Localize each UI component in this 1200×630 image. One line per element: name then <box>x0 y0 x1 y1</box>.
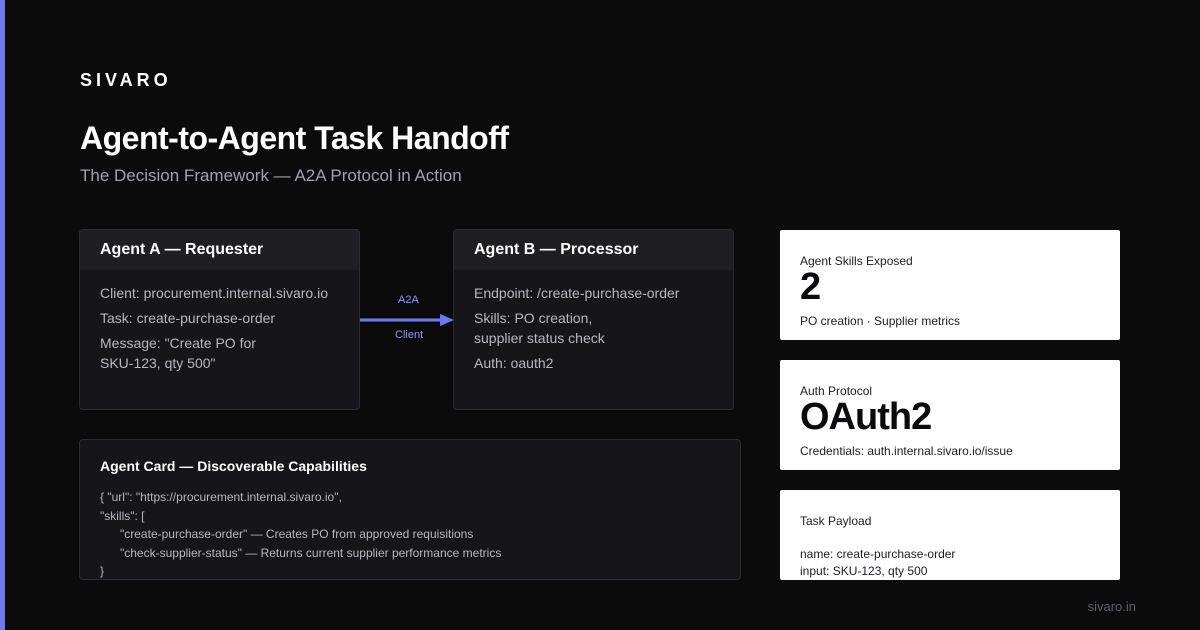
stat-payload-input: input: SKU-123, qty 500 <box>800 564 928 578</box>
stat-auth-note: Credentials: auth.internal.sivaro.io/iss… <box>800 444 1013 458</box>
link-label-role: Client <box>395 329 424 341</box>
stat-auth-card: Auth Protocol OAuth2 Credentials: auth.i… <box>780 360 1120 470</box>
accent-bar <box>0 0 5 630</box>
link-label-protocol: A2A <box>398 294 419 306</box>
stat-skills-note: PO creation · Supplier metrics <box>800 314 961 328</box>
agent-b-auth: Auth: oauth2 <box>474 355 554 371</box>
agent-b-skills: Skills: PO creation, supplier status che… <box>474 310 605 346</box>
agent-card-box: Agent Card — Discoverable Capabilities {… <box>79 439 741 580</box>
agent-b-heading: Agent B — Processor <box>454 230 733 270</box>
agent-a-heading: Agent A — Requester <box>80 230 359 270</box>
stat-payload-name: name: create-purchase-order <box>800 547 956 561</box>
agent-b-endpoint: Endpoint: /create-purchase-order <box>474 285 680 301</box>
arrow-right-icon <box>360 314 454 326</box>
agent-card-skill-1: "create-purchase-order" — Creates PO fro… <box>120 527 474 541</box>
agent-card-url-line: { "url": "https://procurement.internal.s… <box>100 490 342 504</box>
page-title: Agent-to-Agent Task Handoff <box>80 120 509 156</box>
agent-a-box: Agent A — Requester Client: procurement.… <box>79 229 360 410</box>
agent-b-box: Agent B — Processor Endpoint: /create-pu… <box>453 229 734 410</box>
footer-domain: sivaro.in <box>1087 599 1136 614</box>
agent-card-skills-line: "skills": [ <box>100 508 145 523</box>
stat-payload-label: Task Payload <box>800 514 872 528</box>
agent-card-skill-2: "check-supplier-status" — Returns curren… <box>120 545 502 560</box>
agent-card-close-line: } <box>100 564 105 578</box>
stat-auth-value: OAuth2 <box>800 396 932 438</box>
agent-a-message: Message: "Create PO for SKU-123, qty 500… <box>100 335 256 371</box>
agent-a-task: Task: create-purchase-order <box>100 310 276 326</box>
brand-logo: SIVARO <box>80 70 172 90</box>
stat-skills-card: Agent Skills Exposed 2 PO creation · Sup… <box>780 230 1120 340</box>
page-subtitle: The Decision Framework — A2A Protocol in… <box>80 166 462 185</box>
agent-a-client: Client: procurement.internal.sivaro.io <box>100 285 328 301</box>
agent-card-heading: Agent Card — Discoverable Capabilities <box>100 458 367 474</box>
stat-skills-value: 2 <box>800 266 821 308</box>
stat-payload-card: Task Payload name: create-purchase-order… <box>780 490 1120 580</box>
